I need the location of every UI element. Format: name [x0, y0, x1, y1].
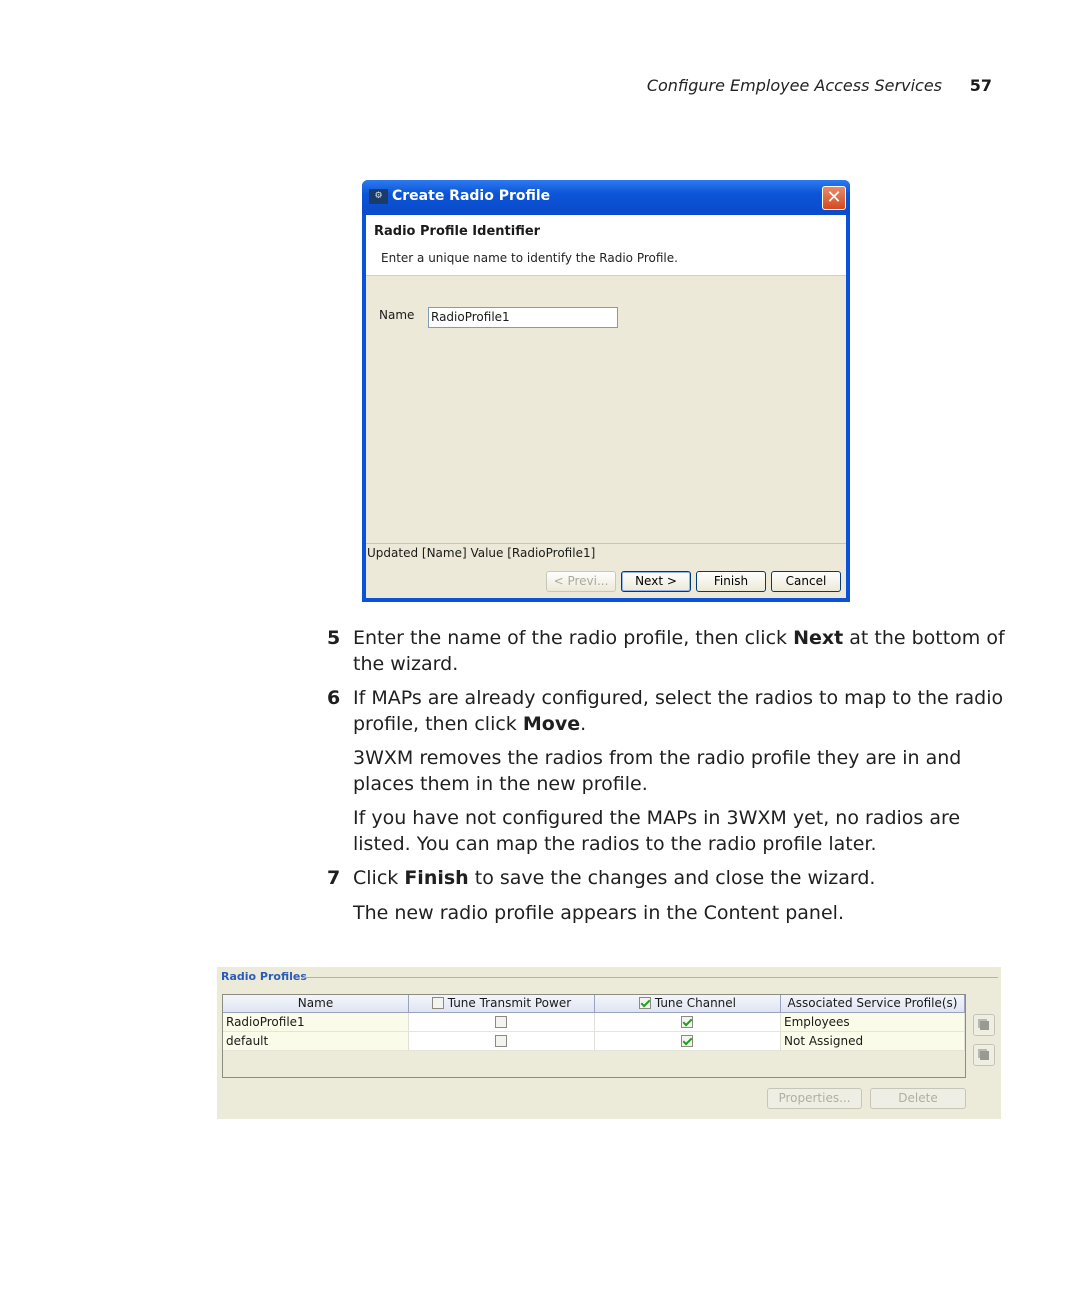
column-header-name[interactable]: Name [223, 995, 409, 1013]
table-header: Name Tune Transmit Power Tune Channel As… [223, 995, 965, 1013]
cancel-button[interactable]: Cancel [771, 571, 841, 592]
column-label: Tune Channel [654, 996, 736, 1010]
cell-associated: Not Assigned [781, 1032, 965, 1051]
column-label: Tune Transmit Power [447, 996, 572, 1010]
table-row[interactable]: RadioProfile1 Employees [223, 1013, 965, 1032]
step-number: 6 [327, 687, 341, 709]
network-icon: ⚙ [369, 189, 388, 204]
section-title: Configure Employee Access Services [646, 76, 942, 95]
wizard-step-title: Radio Profile Identifier [374, 224, 541, 239]
column-header-tune-channel[interactable]: Tune Channel [595, 995, 781, 1013]
previous-button[interactable]: < Previ... [546, 571, 616, 592]
checkbox[interactable] [495, 1016, 507, 1028]
page-header: Configure Employee Access Services 57 [640, 76, 992, 100]
page-number: 57 [969, 76, 992, 95]
step-text: Enter the name of the radio profile, the… [353, 627, 794, 649]
paragraph: The new radio profile appears in the Con… [353, 901, 844, 924]
dialog-titlebar: ⚙ Create Radio Profile ✕ [362, 180, 850, 215]
column-label: Associated Service Profile(s) [787, 996, 958, 1010]
checkbox[interactable] [681, 1016, 693, 1028]
column-label: Name [297, 996, 334, 1010]
step-text: Click [353, 867, 405, 889]
cell-tune-transmit-power [409, 1013, 595, 1032]
step-6: 6 If MAPs are already configured, select… [327, 686, 1017, 737]
table-row[interactable]: default Not Assigned [223, 1032, 965, 1051]
close-icon: ✕ [826, 187, 842, 208]
step-number: 7 [327, 867, 341, 889]
checkbox[interactable] [681, 1035, 693, 1047]
step-bold: Finish [404, 867, 469, 889]
wizard-step-description: Enter a unique name to identify the Radi… [381, 251, 678, 265]
create-radio-profile-dialog: ⚙ Create Radio Profile ✕ Radio Profile I… [362, 180, 850, 602]
header-checkbox[interactable] [431, 997, 444, 1009]
properties-button[interactable]: Properties... [767, 1088, 862, 1109]
close-button[interactable]: ✕ [822, 186, 846, 210]
delete-button[interactable]: Delete [870, 1088, 966, 1109]
next-button[interactable]: Next > [621, 571, 691, 592]
wizard-header: Radio Profile Identifier Enter a unique … [366, 215, 846, 276]
name-input[interactable]: RadioProfile1 [428, 307, 618, 328]
step-bold: Next [793, 627, 844, 649]
status-text: Updated [Name] Value [RadioProfile1] [367, 546, 596, 560]
step-text: If MAPs are already configured, select t… [353, 687, 1004, 735]
step-5: 5 Enter the name of the radio profile, t… [327, 626, 1017, 677]
cell-name: default [223, 1032, 409, 1051]
checkbox[interactable] [495, 1035, 507, 1047]
header-checkbox[interactable] [638, 997, 651, 1009]
finish-button[interactable]: Finish [696, 571, 766, 592]
step-text: . [580, 712, 587, 735]
column-header-tune-transmit-power[interactable]: Tune Transmit Power [409, 995, 595, 1013]
panel-title: Radio Profiles [221, 970, 307, 983]
status-divider [366, 543, 846, 544]
dialog-title: Create Radio Profile [392, 188, 551, 204]
copy-button[interactable] [973, 1014, 995, 1036]
paste-button[interactable] [973, 1044, 995, 1066]
step-text: to save the changes and close the wizard… [468, 867, 876, 889]
column-header-associated[interactable]: Associated Service Profile(s) [781, 995, 965, 1013]
dialog-body: Radio Profile Identifier Enter a unique … [366, 215, 846, 598]
cell-tune-channel [595, 1013, 781, 1032]
step-number: 5 [327, 627, 341, 649]
cell-name: RadioProfile1 [223, 1013, 409, 1032]
paragraph: If you have not configured the MAPs in 3… [353, 807, 961, 855]
cell-associated: Employees [781, 1013, 965, 1032]
radio-profiles-table: Name Tune Transmit Power Tune Channel As… [222, 994, 966, 1078]
paragraph: 3WXM removes the radios from the radio p… [353, 747, 962, 795]
name-label: Name [379, 308, 415, 322]
panel-divider [303, 977, 998, 978]
cell-tune-transmit-power [409, 1032, 595, 1051]
step-7: 7 Click Finish to save the changes and c… [327, 866, 1017, 892]
cell-tune-channel [595, 1032, 781, 1051]
radio-profiles-panel: Radio Profiles Name Tune Transmit Power … [217, 967, 1001, 1119]
instruction-steps: 5 Enter the name of the radio profile, t… [327, 626, 1017, 935]
step-bold: Move [522, 712, 581, 735]
